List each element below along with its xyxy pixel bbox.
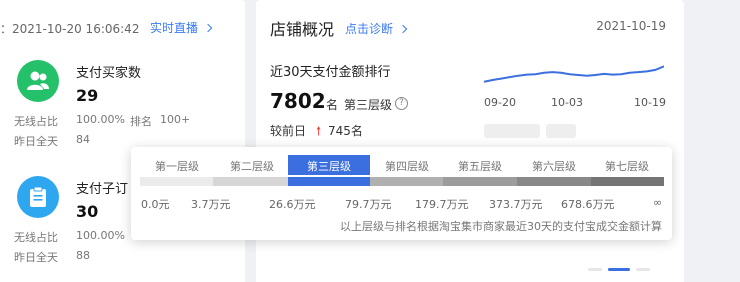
sparkline-series bbox=[484, 65, 664, 83]
threshold-label: 373.7万元 bbox=[489, 198, 543, 211]
yesterday-label: 昨日全天 bbox=[14, 251, 58, 264]
threshold-label: 678.6万元 bbox=[561, 198, 615, 211]
rank-level: 第三层级 bbox=[344, 98, 393, 112]
rank-value: 100+ bbox=[160, 113, 191, 126]
metric-title-orders: 支付子订 bbox=[76, 182, 129, 197]
level-segment bbox=[288, 177, 370, 186]
yesterday-value: 88 bbox=[76, 249, 90, 262]
wireless-ratio-value: 100.00% bbox=[76, 113, 125, 126]
diagnose-link[interactable]: 点击诊断 bbox=[345, 20, 408, 37]
rank-title: 近30天支付金额排行 bbox=[270, 65, 391, 80]
rank-value: 7802 bbox=[270, 89, 326, 113]
threshold-label: 3.7万元 bbox=[191, 198, 231, 211]
sparkline-x-label: 10-03 bbox=[551, 96, 583, 109]
rank-trend-sparkline bbox=[484, 65, 664, 83]
overview-date: 2021-10-19 bbox=[596, 19, 666, 33]
yesterday-value: 84 bbox=[76, 133, 90, 146]
card-title: 店铺概况 bbox=[270, 20, 335, 39]
rank-unit: 名 bbox=[326, 98, 339, 112]
right-gutter bbox=[694, 0, 740, 282]
level-label: 第一层级 bbox=[155, 160, 199, 173]
wireless-ratio-label: 无线占比 bbox=[14, 115, 58, 128]
level-segment bbox=[140, 177, 213, 186]
help-icon[interactable]: ? bbox=[395, 97, 408, 110]
level-label: 第五层级 bbox=[458, 160, 502, 173]
metric-title-buyers: 支付买家数 bbox=[76, 66, 142, 81]
rank-label: 排名 bbox=[130, 115, 152, 128]
carousel-dot-active[interactable] bbox=[608, 268, 630, 271]
level-segment bbox=[443, 177, 517, 186]
level-segment bbox=[517, 177, 591, 186]
diagnose-link-label: 点击诊断 bbox=[345, 22, 394, 36]
sparkline-x-label: 10-19 bbox=[634, 96, 666, 109]
metric-value-buyers: 29 bbox=[76, 86, 99, 105]
clipboard-icon bbox=[17, 176, 59, 218]
chevron-right-icon bbox=[398, 24, 408, 34]
buyers-icon bbox=[17, 60, 59, 102]
compare-label: 较前日 bbox=[270, 124, 307, 138]
threshold-label: 26.6万元 bbox=[269, 198, 316, 211]
wireless-ratio-value: 100.00% bbox=[76, 229, 125, 242]
wireless-ratio-label: 无线占比 bbox=[14, 231, 58, 244]
popover-note: 以上层级与排名根据淘宝集市商家最近30天的支付宝成交金额计算 bbox=[340, 220, 662, 233]
up-arrow-icon: 🠕 bbox=[316, 124, 322, 138]
blurred-content bbox=[546, 124, 576, 138]
threshold-label: 79.7万元 bbox=[345, 198, 392, 211]
level-segment bbox=[213, 177, 288, 186]
yesterday-label: 昨日全天 bbox=[14, 135, 58, 148]
chevron-right-icon bbox=[203, 23, 213, 33]
live-link-label: 实时直播 bbox=[150, 21, 199, 35]
carousel-dot[interactable] bbox=[636, 268, 650, 271]
threshold-label: 0.0元 bbox=[141, 198, 170, 211]
update-timestamp: ：2021-10-20 16:06:42 bbox=[0, 22, 140, 36]
live-broadcast-link[interactable]: 实时直播 bbox=[150, 19, 213, 36]
level-label-selected: 第三层级 bbox=[307, 160, 351, 173]
carousel-dot[interactable] bbox=[588, 268, 602, 271]
threshold-label: 179.7万元 bbox=[415, 198, 469, 211]
level-label: 第二层级 bbox=[230, 160, 274, 173]
blurred-content bbox=[484, 124, 540, 138]
sparkline-x-label: 09-20 bbox=[484, 96, 516, 109]
threshold-label: ∞ bbox=[653, 196, 663, 209]
level-segment bbox=[370, 177, 443, 186]
level-label: 第四层级 bbox=[385, 160, 429, 173]
level-label: 第六层级 bbox=[532, 160, 576, 173]
metric-value-orders: 30 bbox=[76, 202, 99, 221]
compare-value: 745名 bbox=[328, 124, 363, 138]
level-segment bbox=[591, 177, 664, 186]
level-label: 第七层级 bbox=[605, 160, 649, 173]
rank-level-popover: 第一层级 第二层级 第三层级 第四层级 第五层级 第六层级 第七层级 0.0元 … bbox=[131, 147, 672, 240]
